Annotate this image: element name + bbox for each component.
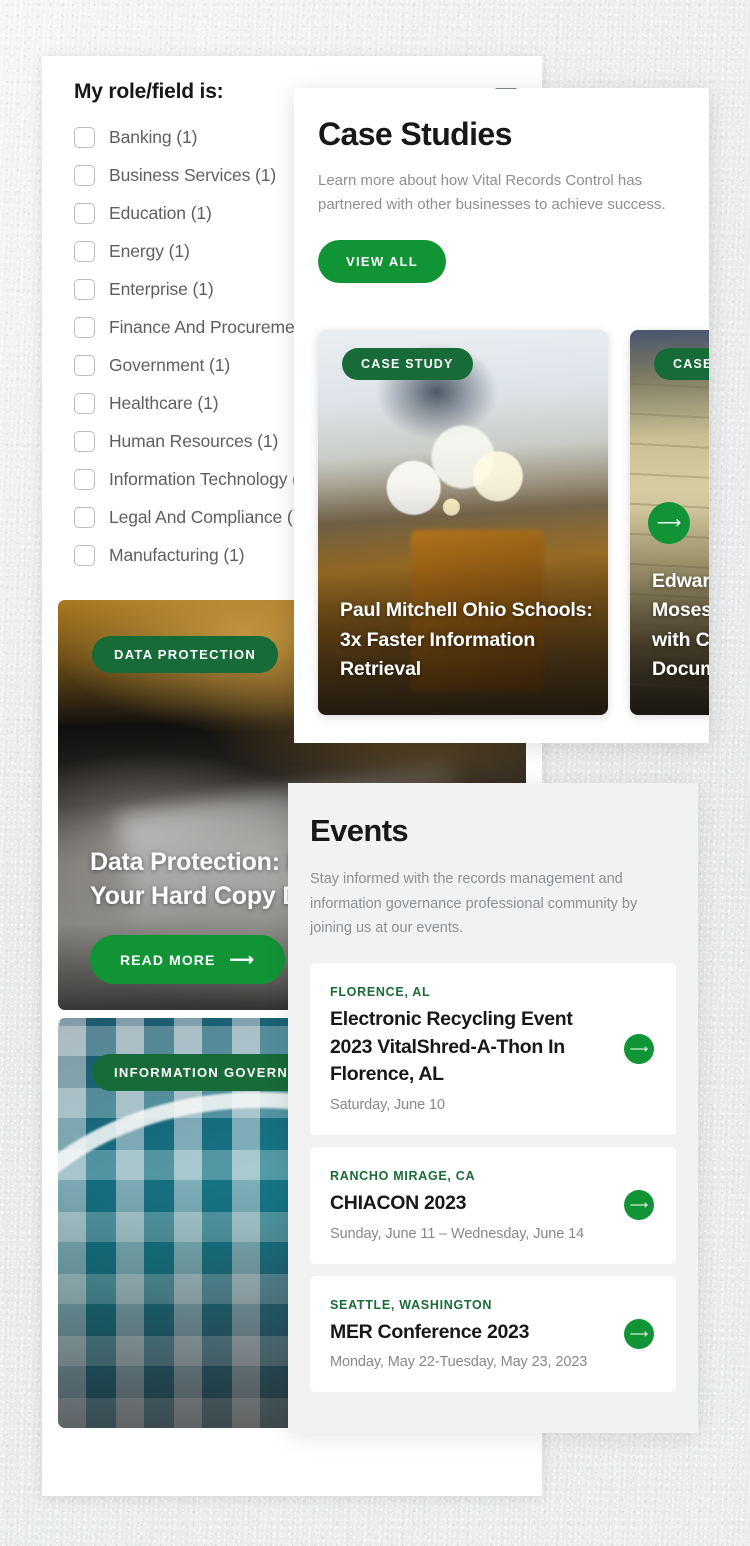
case-study-title-line2: Moses [652, 599, 709, 622]
case-study-badge: CASE STUDY [654, 348, 709, 380]
filter-option-label: Human Resources (1) [109, 430, 279, 451]
arrow-right-icon: ⟶ [229, 950, 255, 969]
checkbox-icon[interactable] [74, 392, 95, 414]
event-location: RANCHO MIRAGE, CA [330, 1168, 476, 1183]
caret-up-icon [495, 88, 517, 89]
checkbox-icon[interactable] [74, 316, 95, 338]
case-studies-carousel: CASE STUDY Paul Mitchell Ohio Schools: 3… [318, 330, 709, 715]
events-description: Stay informed with the records managemen… [310, 871, 638, 937]
case-studies-title: Case Studies [318, 116, 512, 152]
carousel-next-button[interactable]: ⟶ [648, 501, 690, 544]
checkbox-icon[interactable] [74, 544, 95, 566]
event-date: Monday, May 22-Tuesday, May 23, 2023 [330, 1354, 588, 1371]
case-study-title-line3: with C [652, 628, 709, 651]
case-study-badge: CASE STUDY [342, 348, 473, 380]
event-detail-button[interactable]: ⟶ [624, 1319, 654, 1350]
view-all-button[interactable]: VIEW ALL [318, 240, 447, 284]
events-title: Events [310, 813, 409, 848]
event-location: SEATTLE, WASHINGTON [330, 1297, 493, 1312]
event-card[interactable]: FLORENCE, AL Electronic Recycling Event … [310, 962, 676, 1135]
case-studies-panel: Case Studies Learn more about how Vital … [294, 88, 709, 743]
events-list: FLORENCE, AL Electronic Recycling Event … [310, 962, 676, 1393]
case-studies-description: Learn more about how Vital Records Contr… [318, 172, 666, 213]
event-title: CHIACON 2023 [330, 1191, 467, 1214]
case-study-title-line4: Docum [652, 658, 709, 681]
checkbox-icon[interactable] [74, 278, 95, 300]
events-panel: Events Stay informed with the records ma… [288, 783, 698, 1433]
event-location: FLORENCE, AL [330, 984, 431, 999]
event-title: MER Conference 2023 [330, 1320, 530, 1343]
case-study-title: Edwards Moses with C Docum [652, 567, 709, 686]
checkbox-icon[interactable] [74, 240, 95, 262]
event-title: Electronic Recycling Event 2023 VitalShr… [330, 1007, 573, 1086]
filter-option-label: Manufacturing (1) [109, 544, 245, 565]
filter-option-label: Healthcare (1) [109, 392, 219, 413]
checkbox-icon[interactable] [74, 468, 95, 490]
arrow-right-icon: ⟶ [629, 1040, 649, 1056]
checkbox-icon[interactable] [74, 506, 95, 528]
case-study-title-line1: Edwards [652, 569, 709, 592]
arrow-right-icon: ⟶ [629, 1197, 649, 1213]
event-card[interactable]: SEATTLE, WASHINGTON MER Conference 2023 … [310, 1275, 676, 1393]
event-card[interactable]: RANCHO MIRAGE, CA CHIACON 2023 Sunday, J… [310, 1146, 676, 1264]
filter-option-label: Banking (1) [109, 126, 198, 147]
arrow-right-icon: ⟶ [656, 512, 682, 532]
case-study-title: Paul Mitchell Ohio Schools: 3x Faster In… [340, 599, 593, 681]
event-date: Sunday, June 11 – Wednesday, June 14 [330, 1225, 585, 1242]
filter-option-label: Business Services (1) [109, 164, 277, 185]
read-more-button[interactable]: READ MORE ⟶ [90, 935, 285, 984]
checkbox-icon[interactable] [74, 354, 95, 376]
case-study-card[interactable]: CASE STUDY Paul Mitchell Ohio Schools: 3… [318, 330, 608, 715]
event-date: Saturday, June 10 [330, 1096, 445, 1113]
filter-option-label: Information Technology (1) [109, 468, 314, 489]
filter-option-label: Enterprise (1) [109, 278, 214, 299]
arrow-right-icon: ⟶ [629, 1326, 649, 1342]
checkbox-icon[interactable] [74, 202, 95, 224]
events-header: Events Stay informed with the records ma… [288, 783, 698, 1393]
checkbox-icon[interactable] [74, 164, 95, 186]
filter-option-label: Government (1) [109, 354, 231, 375]
event-detail-button[interactable]: ⟶ [624, 1190, 654, 1221]
resource-category-badge: DATA PROTECTION [92, 636, 279, 673]
checkbox-icon[interactable] [74, 430, 95, 452]
filter-option-label: Education (1) [109, 202, 212, 223]
filter-option-label: Energy (1) [109, 240, 190, 261]
read-more-label: READ MORE [120, 951, 216, 968]
case-studies-header: Case Studies Learn more about how Vital … [294, 88, 709, 284]
checkbox-icon[interactable] [74, 126, 95, 148]
filter-option-label: Legal And Compliance (1) [109, 506, 308, 527]
event-detail-button[interactable]: ⟶ [624, 1033, 654, 1064]
